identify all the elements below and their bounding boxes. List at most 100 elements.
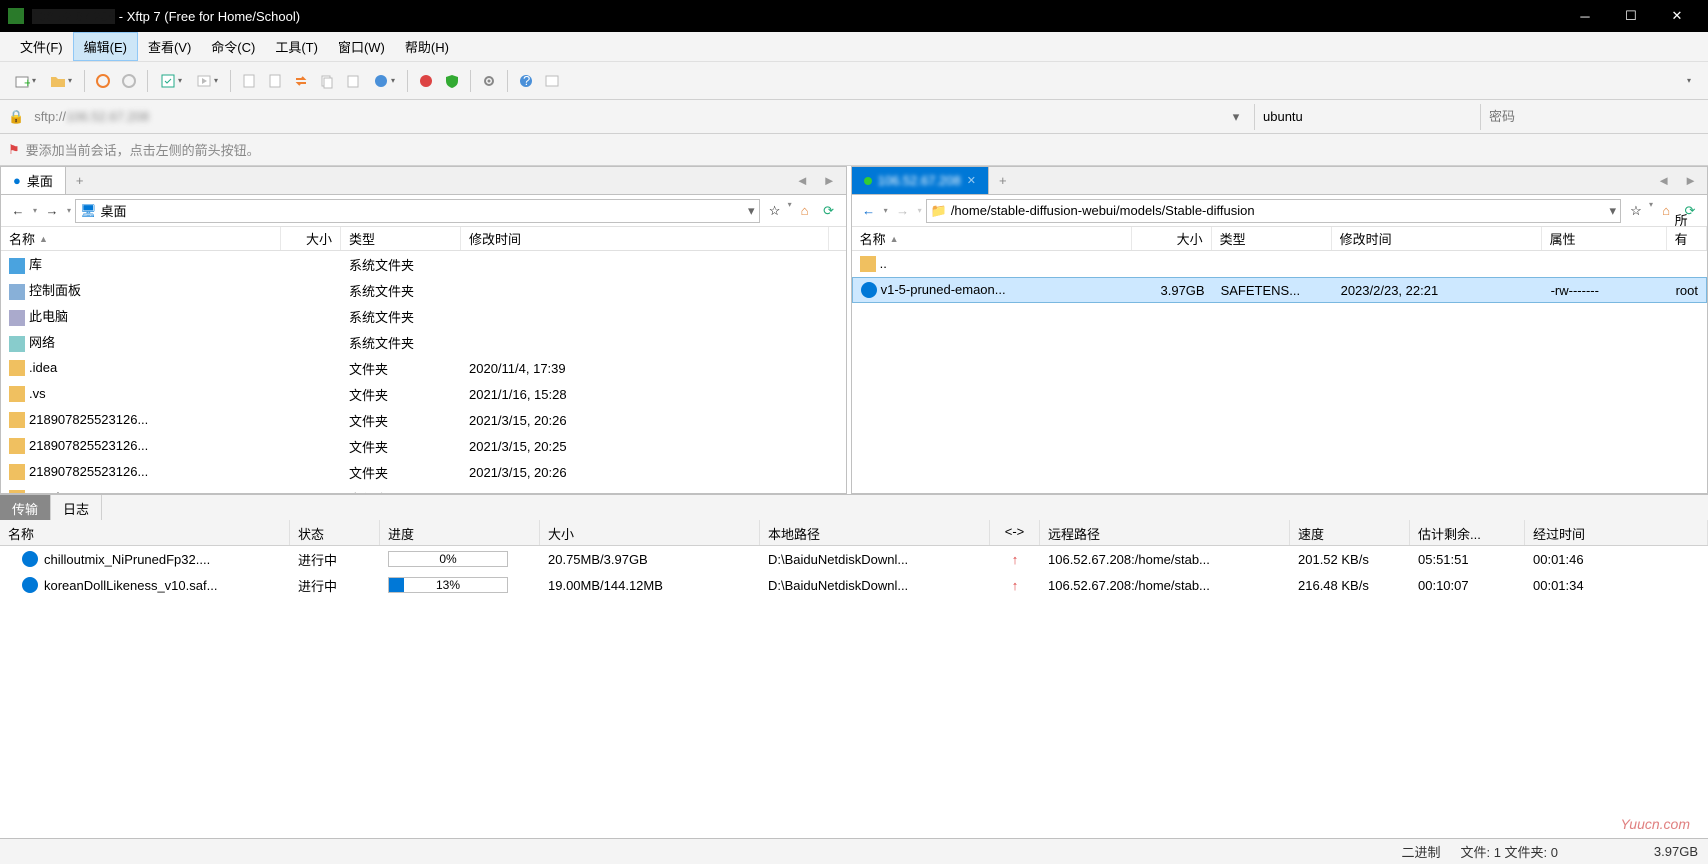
menu-edit[interactable]: 编辑(E) xyxy=(73,32,138,61)
col-owner[interactable]: 所有者 xyxy=(1667,227,1707,250)
list-item[interactable]: 控制面板 系统文件夹 xyxy=(1,277,846,303)
tab-transfer[interactable]: 传输 xyxy=(0,495,51,520)
tcol-local[interactable]: 本地路径 xyxy=(760,520,990,545)
tab-next[interactable]: ► xyxy=(817,171,842,190)
remote-tab-label: 106.52.67.208 xyxy=(878,173,961,188)
remote-navbar: ←▾ →▾ 📁 /home/stable-diffusion-webui/mod… xyxy=(852,195,1707,227)
transfer-list[interactable]: chilloutmix_NiPrunedFp32.... 进行中 0% 20.7… xyxy=(0,546,1708,838)
list-item[interactable]: 此电脑 系统文件夹 xyxy=(1,303,846,329)
reconnect-icon[interactable] xyxy=(91,69,115,93)
new-file-icon[interactable] xyxy=(237,69,261,93)
list-item[interactable]: v1-5-pruned-emaon... 3.97GB SAFETENS... … xyxy=(852,277,1707,303)
tcol-state[interactable]: 状态 xyxy=(290,520,380,545)
remote-add-tab[interactable]: + xyxy=(989,173,1017,188)
svg-text:+: + xyxy=(24,75,30,89)
local-tabstrip: ● 桌面 + ◄► xyxy=(1,167,846,195)
menu-help[interactable]: 帮助(H) xyxy=(395,33,459,60)
copy-icon[interactable] xyxy=(315,69,339,93)
list-item[interactable]: 218907825523126... 文件夹 2021/3/15, 20:26 xyxy=(1,459,846,485)
menu-tools[interactable]: 工具(T) xyxy=(265,33,328,60)
window-title: 106.52.67.208 - Xftp 7 (Free for Home/Sc… xyxy=(32,9,1562,24)
close-button[interactable]: ✕ xyxy=(1654,0,1700,32)
tcol-remote[interactable]: 远程路径 xyxy=(1040,520,1290,545)
red-circle-icon[interactable] xyxy=(414,69,438,93)
panes: ● 桌面 + ◄► ←▾ →▾ 🖥 桌面 ▾ ☆▾ ⌂ ⟳ 名称▲ 大小 类型 xyxy=(0,166,1708,494)
address-dropdown[interactable]: ▾ xyxy=(1224,109,1248,125)
list-item[interactable]: 库 系统文件夹 xyxy=(1,251,846,277)
tab-prev[interactable]: ◄ xyxy=(1651,171,1676,190)
list-item[interactable]: .vs 文件夹 2021/1/16, 15:28 xyxy=(1,381,846,407)
remote-path[interactable]: 📁 /home/stable-diffusion-webui/models/St… xyxy=(926,199,1621,223)
local-path[interactable]: 🖥 桌面 ▾ xyxy=(75,199,760,223)
tcol-dir[interactable]: <-> xyxy=(990,520,1040,545)
green-shield-icon[interactable] xyxy=(440,69,464,93)
paste-icon[interactable] xyxy=(341,69,365,93)
star-icon[interactable]: ☆ xyxy=(764,200,786,222)
minimize-button[interactable]: ─ xyxy=(1562,0,1608,32)
dialog-icon[interactable] xyxy=(540,69,564,93)
local-tab-label: 桌面 xyxy=(27,171,53,190)
menu-view[interactable]: 查看(V) xyxy=(138,33,201,60)
list-item[interactable]: 218907825523126... 文件夹 2021/3/15, 20:25 xyxy=(1,433,846,459)
tcol-eta[interactable]: 估计剩余... xyxy=(1410,520,1525,545)
status-bar: 二进制 文件: 1 文件夹: 0 3.97GB xyxy=(0,838,1708,864)
col-modified[interactable]: 修改时间 xyxy=(461,227,829,250)
list-item[interactable]: 218907825523126... 文件夹 2021/3/15, 20:26 xyxy=(1,407,846,433)
disconnect-icon[interactable] xyxy=(117,69,141,93)
help-icon[interactable]: ? xyxy=(514,69,538,93)
parent-dir[interactable]: .. xyxy=(852,251,1707,277)
sync-button[interactable]: ▾ xyxy=(154,69,188,93)
tcol-name[interactable]: 名称 xyxy=(0,520,290,545)
tab-log[interactable]: 日志 xyxy=(51,495,102,520)
address-url[interactable]: sftp://106.52.67.208 xyxy=(30,105,1218,128)
tcol-speed[interactable]: 速度 xyxy=(1290,520,1410,545)
col-size[interactable]: 大小 xyxy=(281,227,341,250)
status-binary: 二进制 xyxy=(1401,842,1440,861)
list-item[interactable]: conch 文件夹 2020/1/8, 23:02 xyxy=(1,485,846,493)
tab-prev[interactable]: ◄ xyxy=(790,171,815,190)
tab-next[interactable]: ► xyxy=(1678,171,1703,190)
back-button[interactable]: ← xyxy=(858,200,880,222)
password-field[interactable] xyxy=(1480,104,1700,130)
toolbar-overflow[interactable]: ▾ xyxy=(1676,69,1700,93)
col-type[interactable]: 类型 xyxy=(341,227,461,250)
col-size[interactable]: 大小 xyxy=(1132,227,1212,250)
col-name[interactable]: 名称▲ xyxy=(1,227,281,250)
forward-button[interactable]: → xyxy=(892,200,914,222)
gear-icon[interactable] xyxy=(477,69,501,93)
transfer-row[interactable]: koreanDollLikeness_v10.saf... 进行中 13% 19… xyxy=(0,572,1708,598)
menu-file[interactable]: 文件(F) xyxy=(10,33,73,60)
menu-window[interactable]: 窗口(W) xyxy=(328,33,395,60)
open-button[interactable]: ▾ xyxy=(44,69,78,93)
remote-tab[interactable]: 106.52.67.208 ✕ xyxy=(852,167,989,194)
list-item[interactable]: 网络 系统文件夹 xyxy=(1,329,846,355)
hint-text: 要添加当前会话，点击左侧的箭头按钮。 xyxy=(26,140,260,159)
col-name[interactable]: 名称▲ xyxy=(852,227,1132,250)
tcol-elapsed[interactable]: 经过时间 xyxy=(1525,520,1708,545)
menu-command[interactable]: 命令(C) xyxy=(201,33,265,60)
forward-button[interactable]: → xyxy=(41,200,63,222)
new-folder-icon[interactable] xyxy=(263,69,287,93)
col-attr[interactable]: 属性 xyxy=(1542,227,1667,250)
play-button[interactable]: ▾ xyxy=(190,69,224,93)
col-type[interactable]: 类型 xyxy=(1212,227,1332,250)
local-file-list[interactable]: 库 系统文件夹 控制面板 系统文件夹 此电脑 系统文件夹 网络 系统文件夹 .i… xyxy=(1,251,846,493)
back-button[interactable]: ← xyxy=(7,200,29,222)
username-field[interactable] xyxy=(1254,104,1474,130)
home-icon[interactable]: ⌂ xyxy=(794,200,816,222)
tcol-size[interactable]: 大小 xyxy=(540,520,760,545)
refresh-icon[interactable]: ⟳ xyxy=(818,200,840,222)
globe-icon[interactable]: ▾ xyxy=(367,69,401,93)
new-session-button[interactable]: +▾ xyxy=(8,69,42,93)
local-add-tab[interactable]: + xyxy=(66,173,94,188)
maximize-button[interactable]: ☐ xyxy=(1608,0,1654,32)
tcol-progress[interactable]: 进度 xyxy=(380,520,540,545)
tab-close-icon[interactable]: ✕ xyxy=(967,174,976,187)
local-tab[interactable]: ● 桌面 xyxy=(1,167,66,194)
transfer-row[interactable]: chilloutmix_NiPrunedFp32.... 进行中 0% 20.7… xyxy=(0,546,1708,572)
remote-file-list[interactable]: ..v1-5-pruned-emaon... 3.97GB SAFETENS..… xyxy=(852,251,1707,493)
star-icon[interactable]: ☆ xyxy=(1625,200,1647,222)
list-item[interactable]: .idea 文件夹 2020/11/4, 17:39 xyxy=(1,355,846,381)
transfer-icon[interactable] xyxy=(289,69,313,93)
col-modified[interactable]: 修改时间 xyxy=(1332,227,1542,250)
